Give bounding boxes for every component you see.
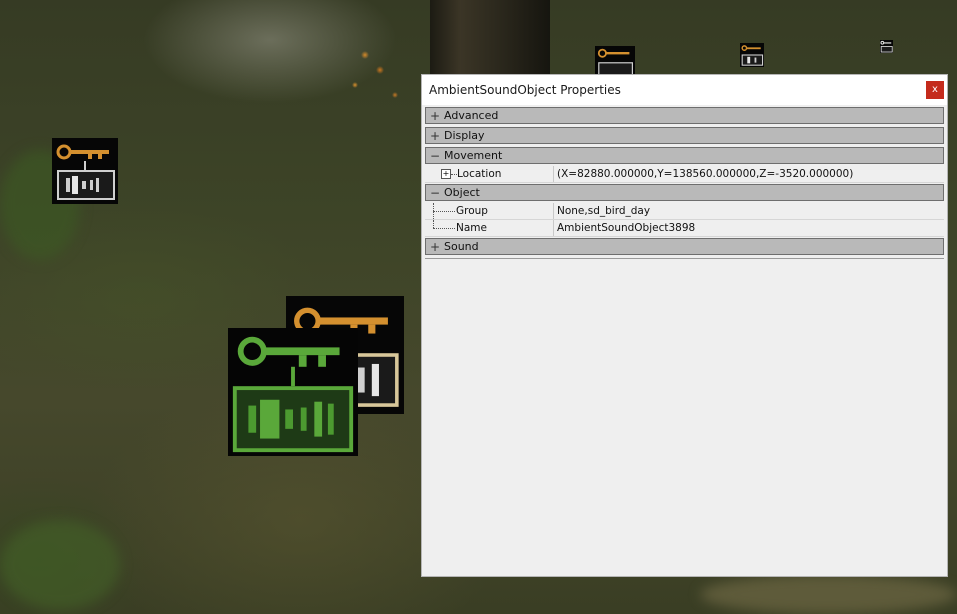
property-grid: + Advanced + Display − Movement + Locati…	[425, 107, 944, 258]
expand-icon[interactable]: +	[441, 169, 451, 179]
tree-connector	[433, 228, 455, 229]
expand-icon[interactable]: +	[426, 109, 444, 123]
window-title: AmbientSoundObject Properties	[429, 83, 621, 97]
property-value-group[interactable]: None,sd_bird_day	[554, 203, 944, 219]
property-value-location[interactable]: (X=82880.000000,Y=138560.000000,Z=-3520.…	[554, 166, 944, 182]
ambient-sound-actor-icon[interactable]	[740, 43, 764, 67]
category-movement[interactable]: − Movement	[425, 147, 944, 164]
category-object[interactable]: − Object	[425, 184, 944, 201]
property-row-group[interactable]: Group None,sd_bird_day	[425, 203, 944, 220]
property-name-cell: + Location	[425, 166, 554, 182]
property-name-cell: Group	[425, 203, 554, 219]
category-label: Object	[444, 186, 480, 199]
tree-connector	[433, 220, 434, 228]
property-name: Name	[456, 222, 487, 234]
title-bar[interactable]: AmbientSoundObject Properties x	[422, 75, 947, 105]
category-sound[interactable]: + Sound	[425, 238, 944, 255]
category-advanced[interactable]: + Advanced	[425, 107, 944, 124]
close-button[interactable]: x	[926, 81, 944, 99]
expand-icon[interactable]: +	[426, 240, 444, 254]
ambient-sound-actor-icon[interactable]	[880, 40, 893, 53]
properties-window: AmbientSoundObject Properties x + Advanc…	[421, 74, 948, 577]
orange-flowers	[345, 45, 415, 105]
grid-divider	[425, 258, 944, 259]
grass-patch	[0, 520, 120, 610]
tree-connector	[433, 211, 455, 212]
property-row-name[interactable]: Name AmbientSoundObject3898	[425, 220, 944, 237]
collapse-icon[interactable]: −	[426, 149, 444, 163]
collapse-icon[interactable]: −	[426, 186, 444, 200]
category-label: Display	[444, 129, 485, 142]
ambient-sound-actor-icon[interactable]	[52, 138, 118, 204]
expand-icon[interactable]: +	[426, 129, 444, 143]
selected-ambient-sound-actor-icon[interactable]	[228, 328, 358, 456]
property-row-location[interactable]: + Location (X=82880.000000,Y=138560.0000…	[425, 166, 944, 183]
property-name: Group	[456, 205, 488, 217]
property-value-name[interactable]: AmbientSoundObject3898	[554, 220, 944, 236]
category-label: Sound	[444, 240, 479, 253]
category-display[interactable]: + Display	[425, 127, 944, 144]
property-name-cell: Name	[425, 220, 554, 236]
category-label: Advanced	[444, 109, 499, 122]
grass-patch	[700, 575, 957, 614]
property-name: Location	[457, 168, 502, 180]
category-label: Movement	[444, 149, 503, 162]
ambient-sound-actor-icon[interactable]	[595, 46, 635, 76]
